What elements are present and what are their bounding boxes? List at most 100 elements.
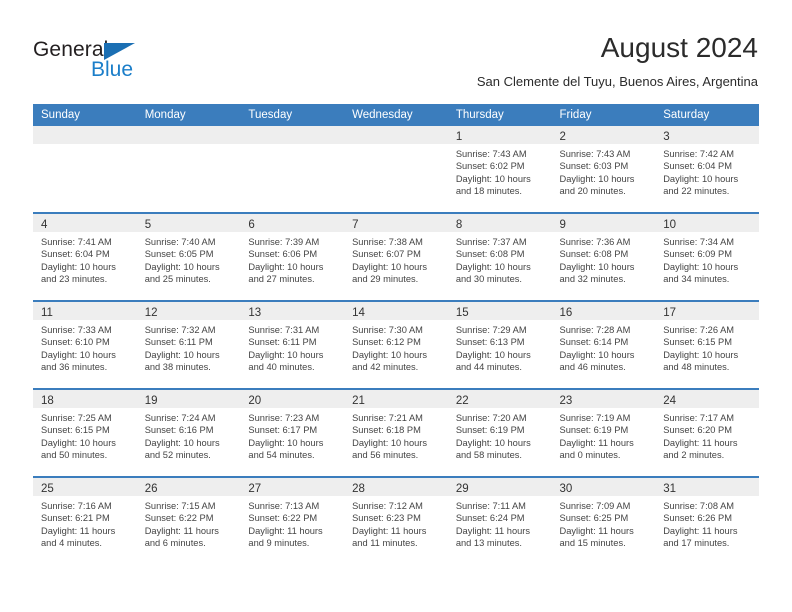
- weekday-header-wednesday: Wednesday: [344, 104, 448, 126]
- sunset-text: Sunset: 6:09 PM: [663, 249, 732, 260]
- calendar-day-cell[interactable]: 13 Sunrise: 7:31 AM Sunset: 6:11 PM Dayligh…: [240, 300, 345, 389]
- day-details: Sunrise: 7:30 AM Sunset: 6:12 PM Daylight:…: [344, 320, 448, 374]
- calendar-day-cell[interactable]: 14 Sunrise: 7:30 AM Sunset: 6:12 PM Dayligh…: [344, 300, 448, 389]
- day-number-band: 5: [136, 214, 241, 232]
- calendar-day-cell[interactable]: 26 Sunrise: 7:15 AM Sunset: 6:22 PM Dayligh…: [136, 476, 241, 564]
- day-number: 2: [559, 131, 566, 143]
- calendar-day-cell[interactable]: 5 Sunrise: 7:40 AM Sunset: 6:05 PM Daylight…: [136, 212, 241, 301]
- day-number-band: 24: [655, 390, 759, 408]
- day-details: Sunrise: 7:39 AM Sunset: 6:06 PM Daylight:…: [240, 232, 344, 286]
- daylight-text-line2: and 27 minutes.: [248, 274, 315, 285]
- daylight-text-line2: and 58 minutes.: [455, 450, 522, 461]
- calendar-day-cell[interactable]: 17 Sunrise: 7:26 AM Sunset: 6:15 PM Dayligh…: [655, 300, 759, 389]
- daylight-text-line2: and 32 minutes.: [559, 274, 626, 285]
- calendar-day-cell[interactable]: 30 Sunrise: 7:09 AM Sunset: 6:25 PM Dayligh…: [551, 476, 656, 564]
- calendar-day-cell[interactable]: 28 Sunrise: 7:12 AM Sunset: 6:23 PM Dayligh…: [344, 476, 448, 564]
- day-number-band: 16: [551, 302, 656, 320]
- daylight-text-line1: Daylight: 10 hours: [352, 437, 428, 448]
- calendar-day-cell[interactable]: 31 Sunrise: 7:08 AM Sunset: 6:26 PM Dayligh…: [655, 476, 759, 564]
- day-details: Sunrise: 7:17 AM Sunset: 6:20 PM Daylight:…: [655, 408, 759, 462]
- daylight-text-line2: and 0 minutes.: [559, 450, 621, 461]
- daylight-text-line1: Daylight: 10 hours: [41, 349, 116, 360]
- sunset-text: Sunset: 6:23 PM: [352, 513, 421, 524]
- day-number: 19: [144, 395, 158, 407]
- calendar-day-cell[interactable]: 20 Sunrise: 7:23 AM Sunset: 6:17 PM Dayligh…: [240, 388, 345, 477]
- day-number: 16: [559, 307, 573, 319]
- sunrise-text: Sunrise: 7:28 AM: [559, 325, 631, 335]
- daylight-text-line1: Daylight: 11 hours: [352, 525, 427, 536]
- day-number: 6: [248, 219, 255, 231]
- daylight-text-line1: Daylight: 10 hours: [248, 437, 324, 448]
- day-number: 5: [144, 219, 152, 231]
- calendar-day-cell[interactable]: 29 Sunrise: 7:11 AM Sunset: 6:24 PM Dayligh…: [447, 476, 552, 564]
- calendar-day-cell-empty: [136, 126, 241, 213]
- calendar-day-cell[interactable]: 2 Sunrise: 7:43 AM Sunset: 6:03 PM Daylight…: [551, 126, 656, 213]
- day-number-band: 21: [344, 390, 448, 408]
- daylight-text-line2: and 48 minutes.: [663, 362, 730, 373]
- daylight-text-line2: and 54 minutes.: [248, 450, 315, 461]
- calendar-day-cell[interactable]: 4 Sunrise: 7:41 AM Sunset: 6:04 PM Daylight…: [33, 212, 137, 301]
- daylight-text-line1: Daylight: 11 hours: [248, 525, 323, 536]
- day-details: Sunrise: 7:15 AM Sunset: 6:22 PM Daylight:…: [137, 496, 241, 550]
- calendar-day-cell[interactable]: 23 Sunrise: 7:19 AM Sunset: 6:19 PM Dayligh…: [551, 388, 656, 477]
- sunset-text: Sunset: 6:03 PM: [559, 161, 629, 172]
- day-number: 15: [455, 307, 469, 319]
- day-details: Sunrise: 7:09 AM Sunset: 6:25 PM Daylight:…: [552, 496, 656, 550]
- day-details: Sunrise: 7:28 AM Sunset: 6:14 PM Daylight:…: [552, 320, 656, 374]
- calendar-day-cell[interactable]: 3 Sunrise: 7:42 AM Sunset: 6:04 PM Daylight…: [655, 126, 759, 213]
- daylight-text-line1: Daylight: 10 hours: [559, 173, 635, 184]
- calendar-day-cell[interactable]: 7 Sunrise: 7:38 AM Sunset: 6:07 PM Daylight…: [344, 212, 448, 301]
- day-details: Sunrise: 7:43 AM Sunset: 6:03 PM Daylight:…: [552, 144, 656, 198]
- sunset-text: Sunset: 6:02 PM: [455, 161, 525, 172]
- daylight-text-line1: Daylight: 10 hours: [144, 437, 220, 448]
- sunset-text: Sunset: 6:15 PM: [41, 425, 110, 436]
- calendar-day-cell[interactable]: 22 Sunrise: 7:20 AM Sunset: 6:19 PM Dayligh…: [447, 388, 552, 477]
- calendar-day-cell[interactable]: 6 Sunrise: 7:39 AM Sunset: 6:06 PM Daylight…: [240, 212, 345, 301]
- calendar-day-cell[interactable]: 15 Sunrise: 7:29 AM Sunset: 6:13 PM Dayligh…: [447, 300, 552, 389]
- calendar-day-cell[interactable]: 19 Sunrise: 7:24 AM Sunset: 6:16 PM Dayligh…: [136, 388, 241, 477]
- daylight-text-line2: and 46 minutes.: [559, 362, 626, 373]
- day-number: 21: [352, 395, 365, 407]
- calendar-day-cell[interactable]: 21 Sunrise: 7:21 AM Sunset: 6:18 PM Dayligh…: [344, 388, 448, 477]
- day-number-band: 27: [240, 478, 345, 496]
- day-number: 17: [663, 307, 677, 319]
- calendar-week-row: 18 Sunrise: 7:25 AM Sunset: 6:15 PM Dayligh…: [33, 388, 759, 477]
- day-number: 27: [248, 483, 262, 495]
- day-number: 26: [144, 483, 158, 495]
- calendar-table: Sunday Monday Tuesday Wednesday Thursday…: [33, 104, 759, 564]
- day-number-band: 9: [551, 214, 656, 232]
- daylight-text-line1: Daylight: 10 hours: [455, 173, 531, 184]
- day-details: Sunrise: 7:36 AM Sunset: 6:08 PM Daylight:…: [552, 232, 656, 286]
- daylight-text-line2: and 22 minutes.: [663, 186, 730, 197]
- day-number: 13: [248, 307, 262, 319]
- calendar-day-cell[interactable]: 12 Sunrise: 7:32 AM Sunset: 6:11 PM Dayligh…: [136, 300, 241, 389]
- sunset-text: Sunset: 6:25 PM: [559, 513, 629, 524]
- day-details: Sunrise: 7:38 AM Sunset: 6:07 PM Daylight:…: [344, 232, 448, 286]
- weekday-header-monday: Monday: [136, 104, 241, 126]
- general-blue-logo[interactable]: General Blue: [33, 38, 213, 86]
- daylight-text-line1: Daylight: 10 hours: [663, 261, 739, 272]
- daylight-text-line1: Daylight: 11 hours: [559, 525, 634, 536]
- calendar-day-cell[interactable]: 11 Sunrise: 7:33 AM Sunset: 6:10 PM Dayligh…: [33, 300, 137, 389]
- daylight-text-line1: Daylight: 10 hours: [559, 349, 635, 360]
- calendar-day-cell[interactable]: 10 Sunrise: 7:34 AM Sunset: 6:09 PM Dayligh…: [655, 212, 759, 301]
- calendar-day-cell[interactable]: 25 Sunrise: 7:16 AM Sunset: 6:21 PM Dayligh…: [33, 476, 137, 564]
- daylight-text-line2: and 9 minutes.: [248, 538, 310, 549]
- sunrise-text: Sunrise: 7:38 AM: [352, 237, 423, 247]
- calendar-day-cell[interactable]: 8 Sunrise: 7:37 AM Sunset: 6:08 PM Daylight…: [447, 212, 552, 301]
- sunrise-text: Sunrise: 7:15 AM: [144, 501, 216, 511]
- sunset-text: Sunset: 6:08 PM: [559, 249, 629, 260]
- calendar-day-cell[interactable]: 24 Sunrise: 7:17 AM Sunset: 6:20 PM Dayligh…: [655, 388, 759, 477]
- day-details: Sunrise: 7:33 AM Sunset: 6:10 PM Daylight:…: [33, 320, 137, 374]
- calendar-day-cell[interactable]: 9 Sunrise: 7:36 AM Sunset: 6:08 PM Daylight…: [551, 212, 656, 301]
- calendar-day-cell[interactable]: 18 Sunrise: 7:25 AM Sunset: 6:15 PM Dayligh…: [33, 388, 137, 477]
- sunset-text: Sunset: 6:17 PM: [248, 425, 318, 436]
- calendar-day-cell[interactable]: 27 Sunrise: 7:13 AM Sunset: 6:22 PM Dayligh…: [240, 476, 345, 564]
- daylight-text-line2: and 44 minutes.: [455, 362, 522, 373]
- calendar-day-cell[interactable]: 16 Sunrise: 7:28 AM Sunset: 6:14 PM Dayligh…: [551, 300, 656, 389]
- sunrise-text: Sunrise: 7:13 AM: [248, 501, 320, 511]
- day-number: 30: [559, 483, 573, 495]
- calendar-day-cell[interactable]: 1 Sunrise: 7:43 AM Sunset: 6:02 PM Daylight…: [447, 126, 552, 213]
- day-details: Sunrise: 7:19 AM Sunset: 6:19 PM Daylight:…: [552, 408, 656, 462]
- day-number: 3: [663, 131, 670, 143]
